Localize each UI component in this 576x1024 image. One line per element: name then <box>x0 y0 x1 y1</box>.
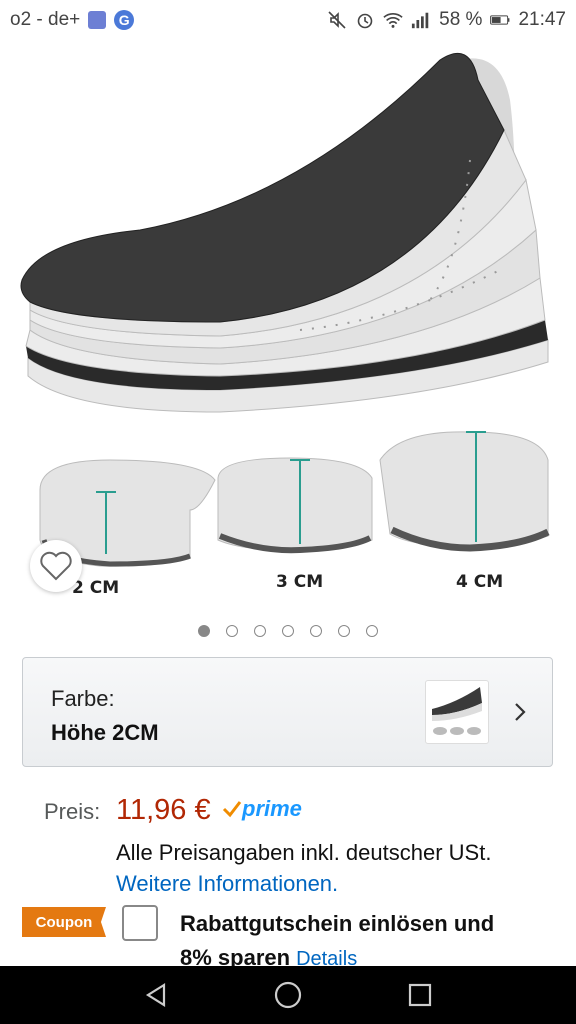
carousel-dot[interactable] <box>198 625 210 637</box>
coupon-text-line1: Rabattgutschein einlösen und <box>180 911 495 936</box>
back-button[interactable] <box>136 975 176 1015</box>
prime-label: prime <box>242 796 302 821</box>
google-icon: G <box>114 10 135 30</box>
home-button[interactable] <box>268 975 308 1015</box>
signal-icon <box>411 10 431 30</box>
variation-selector[interactable]: Farbe: Höhe 2CM <box>22 657 553 767</box>
vat-note: Alle Preisangaben inkl. deutscher USt. <box>116 840 492 865</box>
carousel-dot[interactable] <box>310 625 322 637</box>
chevron-right-icon <box>515 703 526 721</box>
recents-square-icon <box>408 983 432 1007</box>
mute-icon <box>327 10 347 30</box>
size-label-2cm: 2 CM <box>72 578 120 598</box>
recents-button[interactable] <box>400 975 440 1015</box>
product-image[interactable]: 2 CM 3 CM 4 CM <box>0 40 576 620</box>
prime-badge: prime <box>222 796 302 822</box>
carousel-dot[interactable] <box>338 625 350 637</box>
checkmark-icon <box>222 801 242 818</box>
variation-thumbnail <box>425 680 489 744</box>
image-carousel-indicator <box>0 625 576 645</box>
carousel-dot[interactable] <box>226 625 238 637</box>
home-circle-icon <box>274 981 302 1009</box>
heart-icon <box>40 551 72 581</box>
coupon-badge: Coupon <box>22 907 106 937</box>
more-info-link[interactable]: Weitere Informationen. <box>116 871 338 897</box>
alarm-icon <box>355 10 375 30</box>
wishlist-heart-button[interactable] <box>30 540 82 592</box>
coupon-checkbox[interactable] <box>122 905 158 941</box>
health-app-icon <box>88 11 107 29</box>
price-value: 11,96 € <box>116 794 211 826</box>
size-label-4cm: 4 CM <box>456 572 504 592</box>
battery-icon <box>490 10 510 30</box>
carousel-dot[interactable] <box>366 625 378 637</box>
carousel-dot[interactable] <box>282 625 294 637</box>
wifi-icon <box>383 10 403 30</box>
variation-value: Höhe 2CM <box>51 720 159 745</box>
carousel-dot[interactable] <box>254 625 266 637</box>
size-label-3cm: 3 CM <box>276 572 324 592</box>
status-bar: o2 - de+ G 58 % 21:47 <box>0 0 576 40</box>
back-triangle-icon <box>145 983 166 1007</box>
system-nav-bar <box>0 966 576 1024</box>
carrier-label: o2 - de+ <box>10 9 81 30</box>
battery-percent: 58 % <box>439 9 483 30</box>
variation-label: Farbe: <box>51 686 115 711</box>
insole-illustration <box>20 52 550 567</box>
clock: 21:47 <box>518 9 566 30</box>
price-label: Preis: <box>44 799 101 824</box>
